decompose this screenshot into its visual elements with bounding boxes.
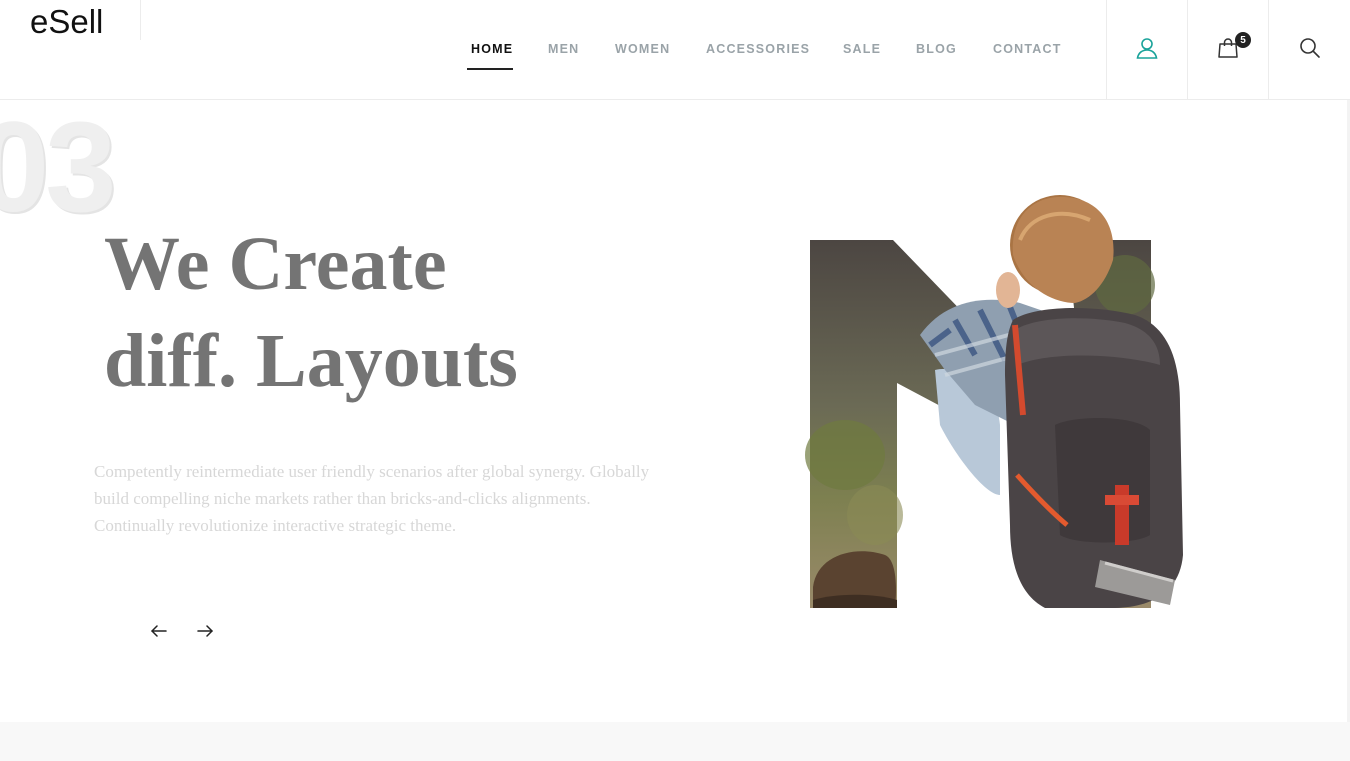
site-logo[interactable]: eSell [30,3,103,41]
slide-number: 03 [0,96,116,239]
nav-item-blog[interactable]: BLOG [916,42,957,56]
nav-item-sale[interactable]: SALE [843,42,881,56]
site-header: eSell HOME MEN WOMEN ACCESSORIES SALE BL… [0,0,1350,100]
hero-headline-line2: diff. Layouts [104,319,518,403]
hero-image [805,195,1190,615]
slider-prev-button[interactable] [147,622,171,644]
nav-active-underline [467,68,513,70]
search-button[interactable] [1268,0,1350,100]
hero-headline-line1: We Create [104,222,447,306]
user-icon [1135,36,1159,65]
cart-button[interactable] [1187,0,1268,100]
slider-next-button[interactable] [193,622,217,644]
arrow-left-icon [150,624,168,643]
account-button[interactable] [1106,0,1187,100]
nav-item-home[interactable]: HOME [471,42,513,56]
search-icon [1298,36,1322,65]
cart-count-badge: 5 [1235,32,1251,48]
hero-description: Competently reintermediate user friendly… [94,462,650,535]
nav-item-contact[interactable]: CONTACT [993,42,1062,56]
next-section-band [0,722,1350,761]
letter-n-photo-collage [805,195,1183,608]
logo-divider [140,0,141,40]
nav-item-women[interactable]: WOMEN [615,42,670,56]
nav-item-men[interactable]: MEN [548,42,579,56]
nav-item-accessories[interactable]: ACCESSORIES [706,42,810,56]
arrow-right-icon [196,624,214,643]
